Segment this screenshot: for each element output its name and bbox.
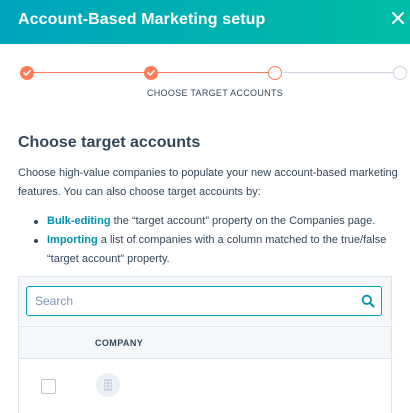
list-item: Bulk-editing the “target account” proper…: [32, 212, 402, 231]
step-3-current: [268, 66, 282, 80]
section-title: Choose target accounts: [18, 134, 201, 151]
row-checkbox[interactable]: [41, 379, 56, 394]
importing-link[interactable]: Importing: [47, 234, 98, 246]
close-icon[interactable]: [390, 10, 406, 26]
list-item: Importing a list of companies with a col…: [32, 231, 402, 269]
building-icon: [104, 379, 112, 391]
table-header: COMPANY: [19, 326, 391, 359]
step-connector: [34, 72, 144, 73]
section-description: Choose high-value companies to populate …: [18, 167, 398, 198]
step-4-upcoming: [393, 66, 407, 80]
step-connector: [283, 72, 393, 73]
companies-table: COMPANY: [18, 276, 392, 413]
list-item-text: a list of companies with a column matche…: [47, 234, 387, 265]
step-connector: [158, 72, 268, 73]
list-item-text: the “target account” property on the Com…: [110, 215, 376, 227]
dialog-title: Account-Based Marketing setup: [18, 11, 266, 28]
company-logo-placeholder: [96, 373, 120, 397]
search-icon[interactable]: [361, 294, 375, 308]
table-search-bar: [19, 277, 391, 325]
table-row: [19, 360, 391, 413]
step-1-complete: [20, 66, 34, 80]
dialog-header: Account-Based Marketing setup: [0, 0, 410, 44]
step-2-complete: [144, 66, 158, 80]
search-input[interactable]: [26, 286, 382, 316]
bulk-editing-link[interactable]: Bulk-editing: [47, 215, 111, 227]
current-step-label: CHOOSE TARGET ACCOUNTS: [146, 88, 284, 98]
check-icon: [23, 70, 31, 76]
check-icon: [147, 70, 155, 76]
options-list: Bulk-editing the “target account” proper…: [32, 212, 402, 269]
progress-stepper: CHOOSE TARGET ACCOUNTS: [0, 60, 410, 110]
column-header-company[interactable]: COMPANY: [95, 338, 143, 348]
